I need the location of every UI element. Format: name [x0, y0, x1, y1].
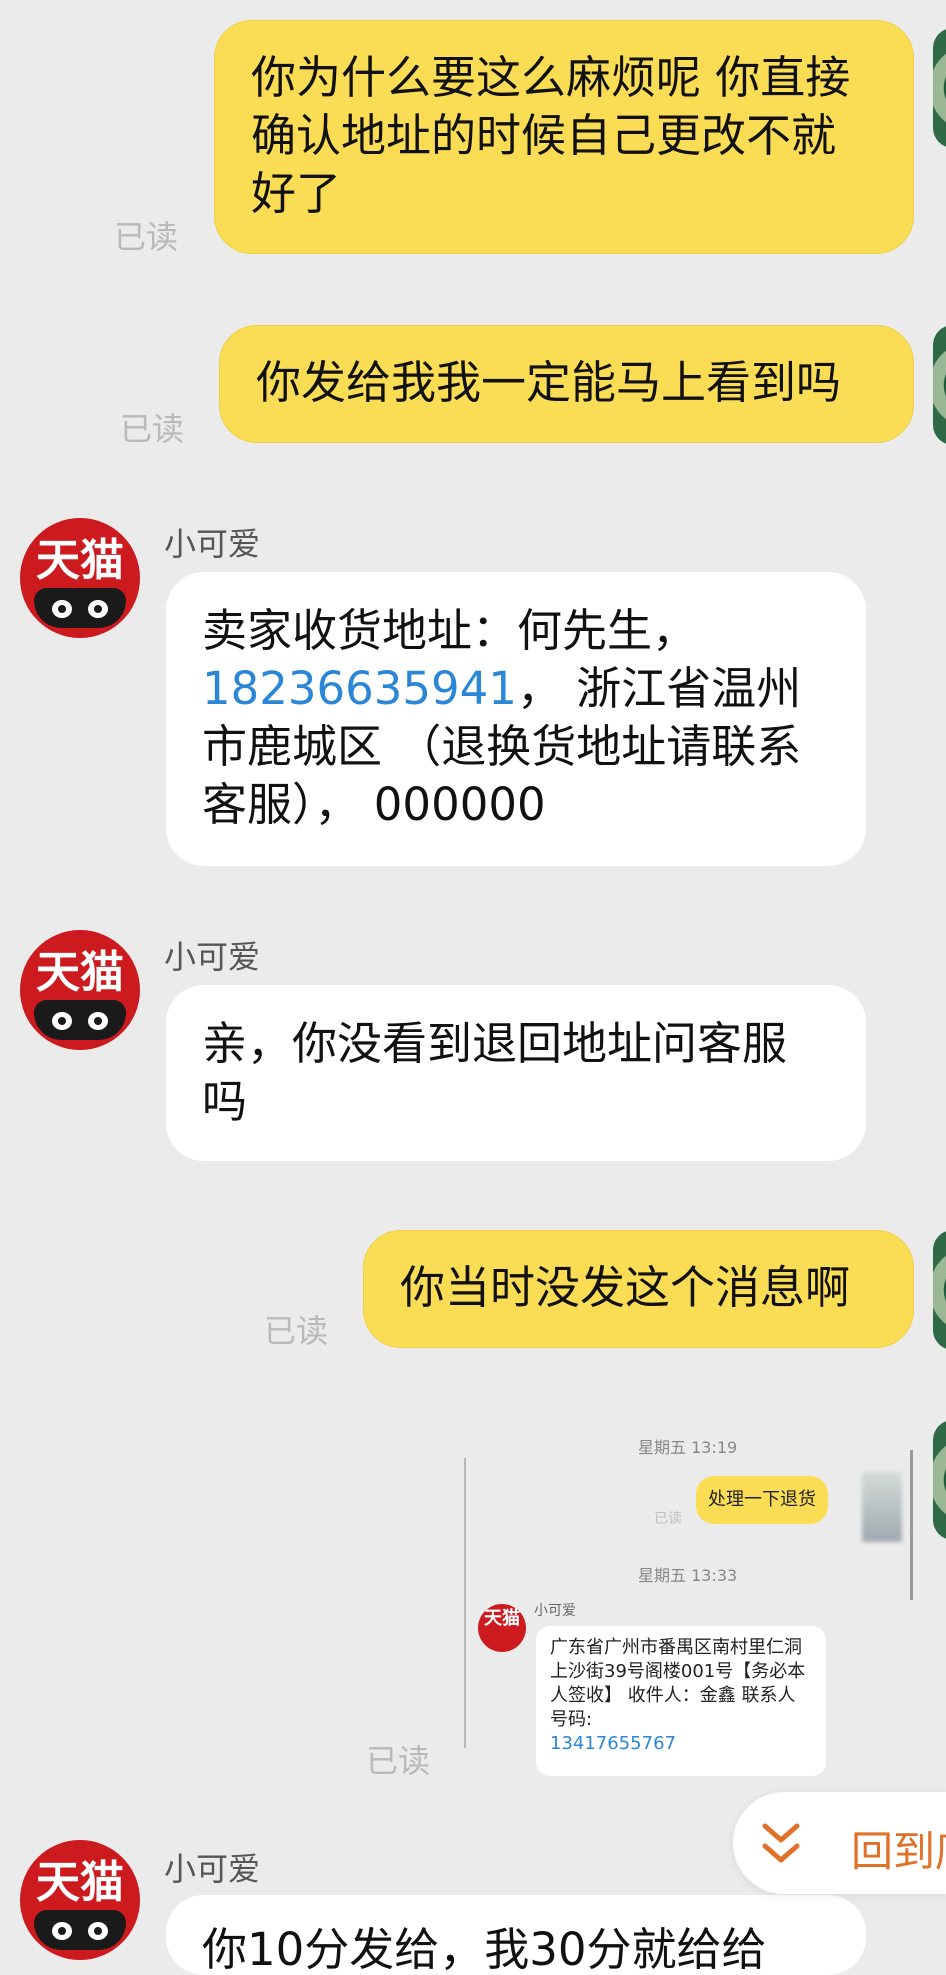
timestamp: 星期五 13:33	[638, 1566, 738, 1585]
message-text: 你当时没发这个消息啊	[400, 1261, 851, 1314]
other-message-bubble[interactable]: 你10分发给，我30分就给给	[166, 1895, 866, 1975]
cat-icon	[34, 1000, 126, 1040]
my-avatar[interactable]	[933, 28, 946, 148]
my-avatar[interactable]	[933, 325, 946, 445]
avatar-brand-text: 天猫	[36, 947, 124, 998]
cat-eye	[88, 1012, 108, 1030]
other-message-bubble[interactable]: 亲，你没看到退回地址问客服吗	[166, 985, 866, 1161]
message-text: 亲，你没看到退回地址问客服吗	[202, 1017, 788, 1128]
screenshot-divider	[464, 1458, 466, 1748]
other-message-bubble: 广东省广州市番禺区南村里仁洞上沙街39号阁楼001号【务必本人签收】 收件人：金…	[536, 1626, 826, 1776]
sender-name: 小可爱	[164, 1850, 261, 1888]
avatar-brand-text: 天猫	[36, 535, 124, 586]
double-chevron-down-icon	[762, 1823, 800, 1863]
sender-name: 小可爱	[164, 938, 261, 976]
message-text: 卖家收货地址：何先生，	[202, 604, 698, 657]
my-message-bubble[interactable]: 你为什么要这么麻烦呢 你直接确认地址的时候自己更改不就好了	[214, 20, 914, 254]
message-text: 你10分发给，我30分就给给	[202, 1923, 767, 1975]
read-receipt: 已读	[114, 218, 179, 256]
message-text: 你发给我我一定能马上看到吗	[256, 356, 842, 409]
my-message-bubble[interactable]: 你发给我我一定能马上看到吗	[219, 325, 914, 443]
read-receipt: 已读	[366, 1742, 431, 1780]
blurred-avatar	[862, 1472, 902, 1542]
read-receipt: 已读	[120, 410, 185, 448]
phone-link[interactable]: 18236635941	[202, 662, 517, 715]
sender-name: 小可爱	[534, 1603, 576, 1619]
read-receipt: 已读	[654, 1511, 682, 1527]
tmall-avatar[interactable]: 天猫	[20, 930, 140, 1050]
screenshot-scrollbar	[910, 1450, 913, 1600]
message-text: 你为什么要这么麻烦呢 你直接确认地址的时候自己更改不就好了	[251, 51, 851, 220]
my-message-bubble: 处理一下退货	[696, 1476, 828, 1524]
avatar-brand-text: 天猫	[36, 1857, 124, 1908]
timestamp: 星期五 13:19	[638, 1438, 738, 1457]
my-message-bubble[interactable]: 你当时没发这个消息啊	[363, 1230, 914, 1348]
phone-link: 13417655767	[550, 1733, 676, 1754]
address-text: 广东省广州市番禺区南村里仁洞上沙街39号阁楼001号【务必本人签收】 收件人：金…	[550, 1637, 806, 1730]
cat-eye	[88, 1922, 108, 1940]
tmall-avatar[interactable]: 天猫	[20, 518, 140, 638]
back-to-bottom-label: 回到底	[851, 1827, 946, 1876]
read-receipt: 已读	[264, 1312, 329, 1350]
cat-eye	[52, 600, 72, 618]
cat-icon	[34, 1910, 126, 1950]
other-message-bubble[interactable]: 卖家收货地址：何先生， 18236635941， 浙江省温州市鹿城区 （退换货地…	[166, 572, 866, 866]
back-to-bottom-button[interactable]: 回到底	[733, 1792, 946, 1894]
my-avatar[interactable]	[933, 1420, 946, 1540]
my-avatar[interactable]	[933, 1230, 946, 1350]
cat-eye	[52, 1012, 72, 1030]
cat-eye	[88, 600, 108, 618]
tmall-avatar[interactable]: 天猫	[20, 1840, 140, 1960]
tmall-avatar-small: 天猫	[478, 1604, 526, 1652]
cat-icon	[34, 588, 126, 628]
sender-name: 小可爱	[164, 525, 261, 563]
cat-eye	[52, 1922, 72, 1940]
chat-screenshot-image[interactable]: 星期五 13:19 已读 处理一下退货 星期五 13:33 天猫 小可爱 广东省…	[464, 1420, 924, 1790]
avatar-brand-text: 天猫	[484, 1608, 520, 1629]
